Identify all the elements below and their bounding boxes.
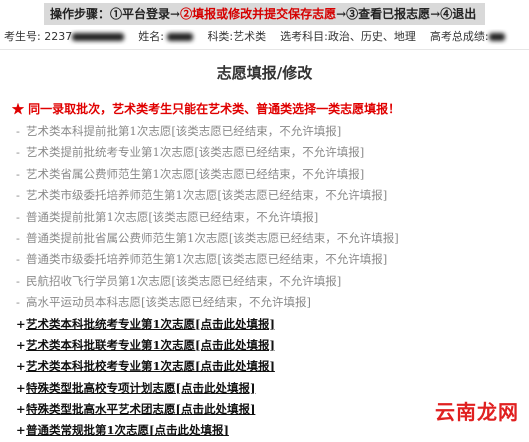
open-item[interactable]: +艺术类本科批联考专业第1次志愿[点击此处填报]: [16, 335, 526, 356]
steps-label: 操作步骤：: [50, 7, 111, 21]
notice-text: ★ 同一录取批次，艺术类考生只能在艺术类、普通类选择一类志愿填报！: [12, 102, 401, 116]
closed-item: - 艺术类提前批统考专业第1次志愿[该类志愿已经结束，不允许填报]: [16, 142, 526, 163]
redacted-total-score: [488, 33, 505, 41]
closed-item: - 普通类市级委托培养师范生第1次志愿[该类志愿已经结束，不允许填报]: [16, 249, 526, 270]
closed-item: - 艺术类本科提前批第1次志愿[该类志愿已经结束，不允许填报]: [16, 121, 526, 142]
closed-marker: -: [16, 188, 20, 203]
exam-no-value: 2237: [44, 30, 73, 43]
open-marker: +: [16, 423, 26, 438]
fill-link[interactable]: 普通类常规批第1次志愿[点击此处填报]: [26, 423, 229, 437]
open-marker: +: [16, 402, 26, 417]
fill-link[interactable]: 艺术类本科批校考专业第1次志愿[点击此处填报]: [26, 359, 275, 373]
closed-item-text: 高水平运动员本科志愿[该类志愿已经结束，不允许填报]: [26, 295, 311, 310]
redacted-exam-no: [72, 33, 125, 41]
subject-label: 科类:: [207, 30, 234, 43]
steps-bar: 操作步骤：①平台登录→②填报或修改并提交保存志愿→③查看已报志愿→④退出: [44, 3, 485, 25]
closed-item: - 艺术类省属公费师范生第1次志愿[该类志愿已经结束，不允许填报]: [16, 164, 526, 185]
exam-no-label: 考生号:: [4, 30, 41, 43]
closed-marker: -: [16, 273, 20, 288]
closed-item-text: 普通类市级委托培养师范生第1次志愿[该类志愿已经结束，不允许填报]: [26, 252, 388, 267]
open-item[interactable]: +艺术类本科批统考专业第1次志愿[点击此处填报]: [16, 314, 526, 335]
step-fill-modify[interactable]: ②填报或修改并提交保存志愿: [180, 7, 336, 21]
fill-link[interactable]: 艺术类本科批统考专业第1次志愿[点击此处填报]: [26, 317, 275, 331]
closed-item-text: 普通类提前批省属公费师范生第1次志愿[该类志愿已经结束，不允许填报]: [26, 230, 399, 245]
fill-link[interactable]: 特殊类型批高校专项计划志愿[点击此处填报]: [26, 381, 255, 395]
closed-marker: -: [16, 124, 20, 138]
divider: [0, 49, 529, 50]
open-marker: +: [16, 359, 26, 374]
closed-item: - 艺术类市级委托培养师范生第1次志愿[该类志愿已经结束，不允许填报]: [16, 185, 526, 206]
redacted-name: [167, 33, 194, 41]
closed-marker: -: [16, 209, 20, 224]
closed-item-text: 民航招收飞行学员第1次志愿[该类志愿已经结束，不允许填报]: [26, 273, 342, 288]
closed-item: - 普通类提前批省属公费师范生第1次志愿[该类志愿已经结束，不允许填报]: [16, 228, 526, 249]
step-arrow: →: [430, 7, 441, 21]
name-label: 姓名:: [138, 30, 164, 43]
closed-item: - 民航招收飞行学员第1次志愿[该类志愿已经结束，不允许填报]: [16, 271, 526, 292]
watermark-logo: 云南龙网: [431, 396, 523, 425]
closed-item-text: 普通类提前批第1次志愿[该类志愿已经结束，不允许填报]: [26, 209, 319, 224]
step-arrow: →: [336, 7, 347, 21]
closed-marker: -: [16, 252, 20, 267]
closed-item-text: 艺术类省属公费师范生第1次志愿[该类志愿已经结束，不允许填报]: [26, 166, 365, 181]
open-marker: +: [16, 380, 26, 395]
open-marker: +: [16, 316, 26, 331]
closed-item: - 高水平运动员本科志愿[该类志愿已经结束，不允许填报]: [16, 292, 526, 313]
fill-link[interactable]: 艺术类本科批联考专业第1次志愿[点击此处填报]: [26, 338, 275, 352]
closed-item-text: 艺术类本科提前批第1次志愿[该类志愿已经结束，不允许填报]: [26, 124, 342, 138]
step-login[interactable]: ①平台登录: [110, 7, 170, 21]
open-marker: +: [16, 337, 26, 352]
step-exit[interactable]: ④退出: [440, 7, 476, 21]
closed-item: - 普通类提前批第1次志愿[该类志愿已经结束，不允许填报]: [16, 207, 526, 228]
total-score-label: 高考总成绩:: [429, 30, 489, 43]
closed-item-text: 艺术类提前批统考专业第1次志愿[该类志愿已经结束，不允许填报]: [26, 145, 365, 160]
step-view[interactable]: ③查看已报志愿: [346, 7, 430, 21]
elective-label: 选考科目:: [280, 30, 328, 43]
step-arrow: →: [170, 7, 181, 21]
student-info-bar: 考生号: 2237 姓名: 科类:艺术类 选考科目:政治、历史、地理 高考总成绩…: [4, 29, 529, 45]
closed-marker: -: [16, 145, 20, 160]
page-title: 志愿填报/修改: [216, 64, 313, 82]
fill-link[interactable]: 特殊类型批高水平艺术团志愿[点击此处填报]: [26, 402, 255, 416]
elective-value: 政治、历史、地理: [327, 30, 416, 43]
closed-item-text: 艺术类市级委托培养师范生第1次志愿[该类志愿已经结束，不允许填报]: [26, 188, 388, 203]
volunteer-list: - 艺术类本科提前批第1次志愿[该类志愿已经结束，不允许填报] - 艺术类提前批统考…: [16, 121, 526, 442]
closed-marker: -: [16, 166, 20, 181]
subject-value: 艺术类: [233, 30, 267, 43]
closed-marker: -: [16, 295, 20, 310]
open-item[interactable]: +艺术类本科批校考专业第1次志愿[点击此处填报]: [16, 356, 526, 377]
closed-marker: -: [16, 230, 20, 245]
